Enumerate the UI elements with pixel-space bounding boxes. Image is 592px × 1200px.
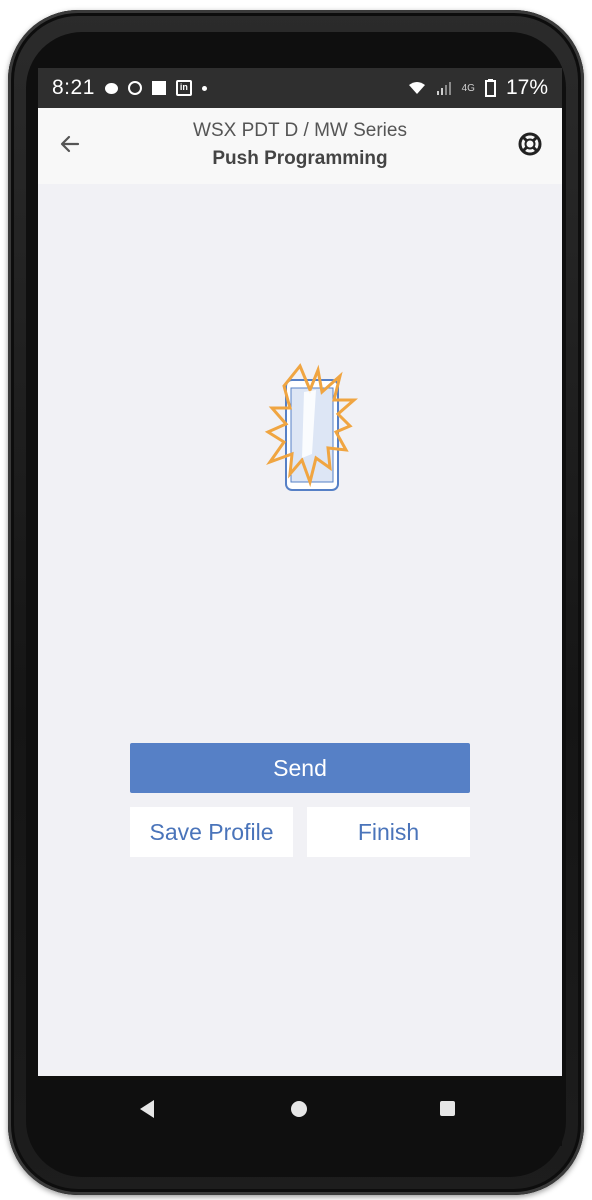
pinterest-icon xyxy=(127,81,142,95)
app-header: WSX PDT D / MW Series Push Programming xyxy=(38,108,562,184)
nav-home-icon[interactable] xyxy=(291,1101,307,1117)
save-profile-button[interactable]: Save Profile xyxy=(130,807,293,857)
send-button[interactable]: Send xyxy=(130,743,470,793)
more-dot-icon xyxy=(201,85,207,91)
nav-recents-icon[interactable] xyxy=(440,1101,455,1116)
status-bar: 8:21 in 4G 17% xyxy=(38,68,562,108)
nav-back-icon[interactable] xyxy=(140,1100,154,1118)
app-screen xyxy=(38,74,562,1078)
back-button[interactable] xyxy=(52,126,88,162)
arrow-left-icon xyxy=(60,135,80,153)
help-button[interactable] xyxy=(512,126,548,162)
page-title: WSX PDT D / MW Series xyxy=(193,120,407,141)
chat-icon xyxy=(104,82,118,94)
finish-button[interactable]: Finish xyxy=(307,807,470,857)
status-right: 4G 17% xyxy=(408,76,548,100)
status-left: 8:21 in xyxy=(52,76,207,100)
signal-icon xyxy=(436,82,451,95)
linkedin-icon: in xyxy=(175,80,192,96)
page-subtitle: Push Programming xyxy=(212,148,388,169)
system-nav-bar xyxy=(38,1076,562,1146)
battery-level: 17% xyxy=(505,76,548,99)
phone-burst-icon xyxy=(258,362,358,497)
status-time: 8:21 xyxy=(52,76,95,99)
battery-icon xyxy=(484,79,496,97)
wifi-icon xyxy=(408,82,425,94)
notification-square-icon xyxy=(151,81,166,95)
lifebuoy-icon xyxy=(518,132,542,156)
network-type: 4G xyxy=(461,82,475,94)
